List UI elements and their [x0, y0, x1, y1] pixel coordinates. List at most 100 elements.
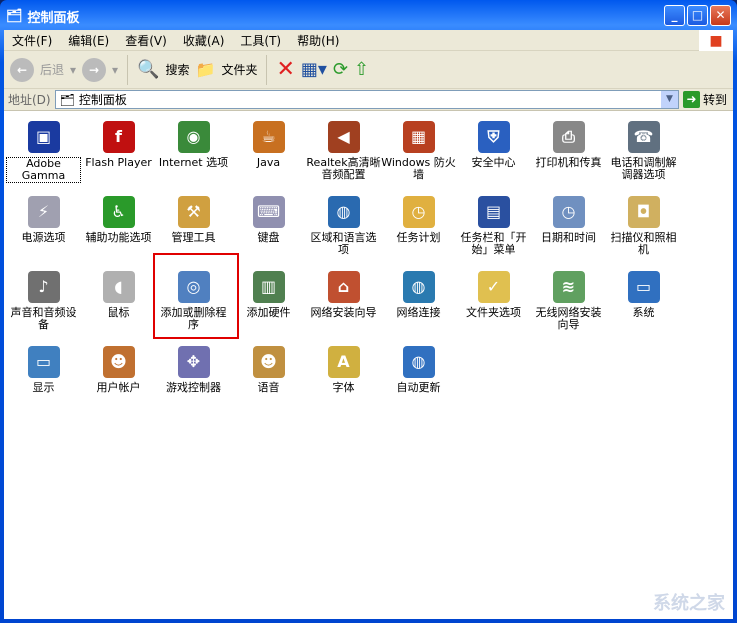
- refresh-icon[interactable]: ⟳: [333, 59, 348, 80]
- control-panel-item[interactable]: ⚡ 电源选项: [6, 196, 81, 244]
- item-label: 辅助功能选项: [85, 231, 152, 244]
- control-panel-item[interactable]: ⎙ 打印机和传真: [531, 121, 606, 169]
- item-label: 自动更新: [396, 381, 441, 394]
- views-icon[interactable]: ▦▾: [301, 59, 327, 80]
- item-icon: ◘: [627, 196, 660, 228]
- item-icon: ◀: [327, 121, 360, 153]
- item-icon: ▭: [627, 271, 660, 303]
- address-input[interactable]: 🗂 控制面板 ▼: [54, 90, 679, 109]
- folders-button[interactable]: 文件夹: [221, 61, 257, 78]
- item-icon: ▥: [252, 271, 285, 303]
- item-label: 无线网络安装向导: [535, 306, 602, 331]
- control-panel-item[interactable]: ♿ 辅助功能选项: [81, 196, 156, 244]
- back-button[interactable]: 后退: [40, 61, 64, 78]
- forward-button[interactable]: →: [82, 57, 107, 82]
- item-label: 管理工具: [171, 231, 216, 244]
- address-bar: 地址(D) 🗂 控制面板 ▼ ➜ 转到: [4, 89, 733, 111]
- folders-icon[interactable]: 📁: [196, 60, 216, 79]
- go-button[interactable]: ➜ 转到: [682, 91, 733, 108]
- item-icon: ◍: [402, 271, 435, 303]
- control-panel-item[interactable]: ◀ Realtek高清晰音频配置: [306, 121, 381, 181]
- control-panel-item[interactable]: ◷ 任务计划: [381, 196, 456, 244]
- control-panel-item[interactable]: ◍ 网络连接: [381, 271, 456, 319]
- control-panel-item[interactable]: f Flash Player: [81, 121, 156, 169]
- item-icon: f: [102, 121, 135, 153]
- item-label: 任务栏和「开始」菜单: [460, 231, 527, 256]
- control-panel-item[interactable]: ☎ 电话和调制解调器选项: [606, 121, 681, 181]
- control-panel-item[interactable]: A 字体: [306, 346, 381, 394]
- items-view: 系统之家 ▣ Adobe Gamma f Flash Player ◉ Internet …: [4, 113, 733, 619]
- control-panel-item[interactable]: ▣ Adobe Gamma: [6, 121, 81, 183]
- item-icon: ✥: [177, 346, 210, 378]
- window: 🗂 控制面板 _ □ ✕ 文件(F) 编辑(E) 查看(V) 收藏(A) 工具(…: [0, 0, 737, 623]
- close-button[interactable]: ✕: [710, 5, 731, 26]
- control-panel-item[interactable]: ◉ Internet 选项: [156, 121, 231, 169]
- control-panel-item[interactable]: ◘ 扫描仪和照相机: [606, 196, 681, 256]
- control-panel-item[interactable]: ◎ 添加或删除程序: [156, 271, 231, 331]
- item-icon: ♿: [102, 196, 135, 228]
- back-arrow-icon[interactable]: ←: [10, 57, 34, 82]
- address-dropdown-icon[interactable]: ▼: [660, 91, 678, 108]
- menu-edit[interactable]: 编辑(E): [60, 32, 117, 49]
- item-icon: ⛨: [477, 121, 510, 153]
- search-button[interactable]: 搜索: [166, 61, 190, 78]
- control-panel-item[interactable]: ◍ 自动更新: [381, 346, 456, 394]
- item-icon: ♪: [27, 271, 60, 303]
- item-icon: ☻: [252, 346, 285, 378]
- maximize-button[interactable]: □: [687, 5, 708, 26]
- minimize-button[interactable]: _: [664, 5, 685, 26]
- control-panel-item[interactable]: ▭ 显示: [6, 346, 81, 394]
- forward-dropdown-icon[interactable]: ▾: [112, 63, 118, 77]
- item-label: 打印机和传真: [535, 156, 602, 169]
- control-panel-item[interactable]: ◷ 日期和时间: [531, 196, 606, 244]
- item-label: 网络安装向导: [310, 306, 377, 319]
- item-label: 电话和调制解调器选项: [610, 156, 677, 181]
- control-panel-item[interactable]: ◍ 区域和语言选项: [306, 196, 381, 256]
- control-panel-item[interactable]: ⚒ 管理工具: [156, 196, 231, 244]
- control-panel-item[interactable]: ◖ 鼠标: [81, 271, 156, 319]
- item-label: 鼠标: [107, 306, 130, 319]
- control-panel-item[interactable]: ≋ 无线网络安装向导: [531, 271, 606, 331]
- menu-tools[interactable]: 工具(T): [232, 32, 289, 49]
- item-label: 声音和音频设备: [10, 306, 77, 331]
- item-label: 网络连接: [396, 306, 441, 319]
- control-panel-item[interactable]: ▭ 系统: [606, 271, 681, 319]
- menu-help[interactable]: 帮助(H): [289, 32, 347, 49]
- control-panel-item[interactable]: ▦ Windows 防火墙: [381, 121, 456, 181]
- item-icon: ◉: [177, 121, 210, 153]
- item-icon: ☎: [627, 121, 660, 153]
- menu-view[interactable]: 查看(V): [117, 32, 175, 49]
- control-panel-item[interactable]: ✓ 文件夹选项: [456, 271, 531, 319]
- item-icon: ✓: [477, 271, 510, 303]
- item-label: 字体: [332, 381, 355, 394]
- control-panel-item[interactable]: ☻ 用户帐户: [81, 346, 156, 394]
- control-panel-item[interactable]: ☻ 语音: [231, 346, 306, 394]
- item-icon: ◎: [177, 271, 210, 303]
- control-panel-item[interactable]: ▤ 任务栏和「开始」菜单: [456, 196, 531, 256]
- control-panel-item[interactable]: ⛨ 安全中心: [456, 121, 531, 169]
- item-label: 区域和语言选项: [310, 231, 377, 256]
- item-icon: ◍: [327, 196, 360, 228]
- item-icon: ▦: [402, 121, 435, 153]
- menu-file[interactable]: 文件(F): [4, 32, 60, 49]
- control-panel-item[interactable]: ☕ Java: [231, 121, 306, 169]
- menu-favorites[interactable]: 收藏(A): [175, 32, 233, 49]
- go-label: 转到: [702, 93, 727, 107]
- control-panel-item[interactable]: ♪ 声音和音频设备: [6, 271, 81, 331]
- delete-icon[interactable]: ✕: [276, 57, 294, 82]
- item-icon: ☕: [252, 121, 285, 153]
- item-label: 添加或删除程序: [160, 306, 227, 331]
- control-panel-item[interactable]: ⌨ 键盘: [231, 196, 306, 244]
- search-icon[interactable]: 🔍: [137, 59, 159, 80]
- control-panel-icon: 🗂: [59, 92, 75, 107]
- item-icon: ◷: [402, 196, 435, 228]
- control-panel-item[interactable]: ✥ 游戏控制器: [156, 346, 231, 394]
- item-label: 文件夹选项: [466, 306, 521, 319]
- back-dropdown-icon[interactable]: ▾: [70, 63, 76, 77]
- folder-up-icon[interactable]: ⇧: [354, 59, 369, 80]
- control-panel-item[interactable]: ▥ 添加硬件: [231, 271, 306, 319]
- toolbar: ← 后退 ▾ → ▾ 🔍 搜索 📁 文件夹 ✕ ▦▾ ⟳ ⇧: [4, 51, 733, 89]
- control-panel-item[interactable]: ⌂ 网络安装向导: [306, 271, 381, 319]
- item-label: 显示: [32, 381, 55, 394]
- item-icon: ◍: [402, 346, 435, 378]
